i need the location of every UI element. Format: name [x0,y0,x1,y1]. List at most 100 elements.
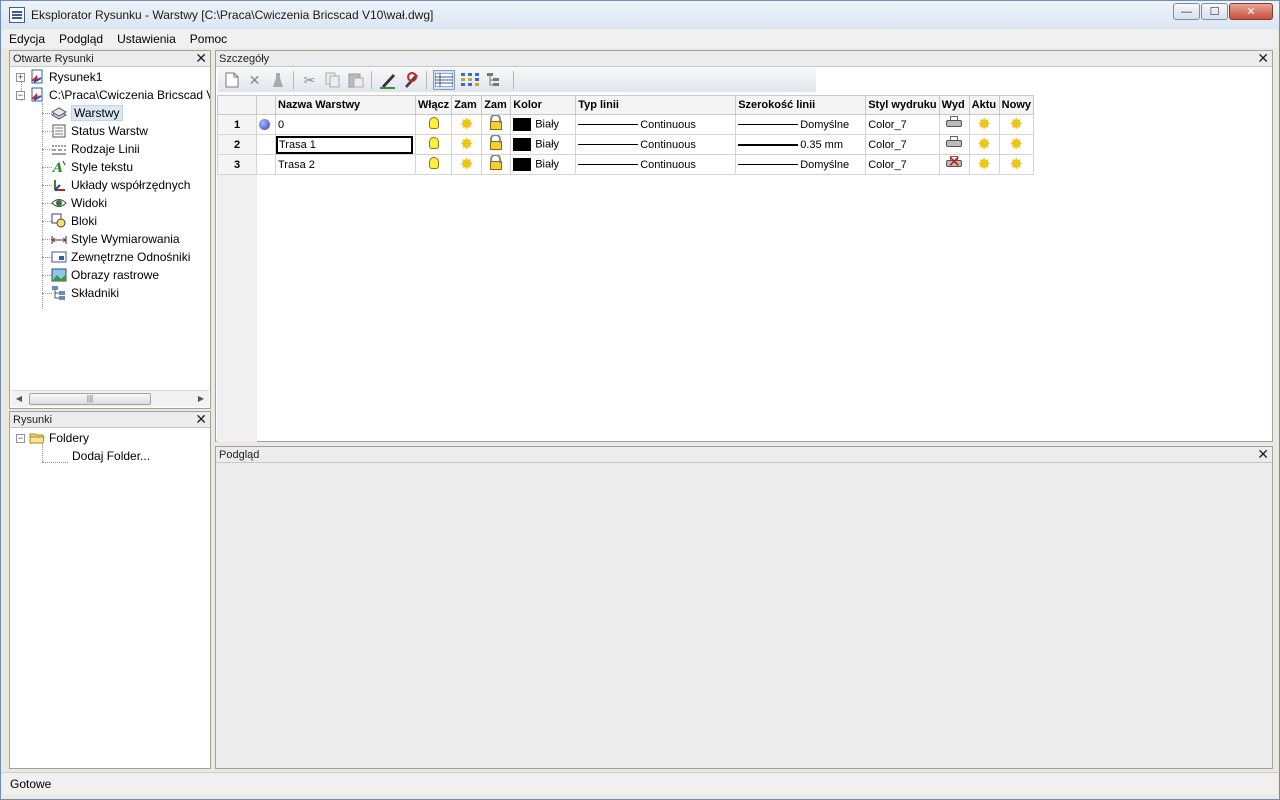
freeze-cell[interactable]: ✸ [451,114,483,135]
on-cell[interactable] [414,154,453,175]
column-header-rownum[interactable] [217,95,257,115]
delete-icon[interactable]: ✕ [245,71,264,90]
details-view-icon[interactable] [433,70,455,90]
set-current-icon[interactable] [401,71,420,90]
plot-cell[interactable] [938,114,970,135]
copy-icon[interactable] [323,71,342,90]
lock-cell[interactable] [481,134,512,155]
column-header-linetype[interactable]: Typ linii [575,95,737,115]
light-bulb-icon[interactable] [428,157,439,169]
close-button[interactable]: ✕ [1229,3,1273,20]
expand-icon[interactable]: + [16,72,25,82]
sun-icon[interactable]: ✸ [1010,137,1023,152]
current-cell[interactable] [256,134,276,155]
sun-icon[interactable]: ✸ [1010,117,1023,132]
sun-icon[interactable]: ✸ [460,117,473,132]
tree-item-wal-dwg[interactable]: − C:\Praca\Cwiczenia Bricscad V10\wał.dw… [16,86,210,104]
horizontal-scrollbar[interactable]: ◀ ||| ▶ [11,390,209,407]
row-number[interactable]: 2 [217,134,257,155]
scrollbar-thumb[interactable]: ||| [29,393,151,405]
tree-item-rysunek1[interactable]: + Rysunek1 [16,68,102,86]
tree-item-warstwy[interactable]: Warstwy [50,104,123,122]
linetype-cell[interactable]: Continuous [575,114,737,135]
vp-freeze-cell[interactable]: ✸ [968,134,1000,155]
unlocked-padlock-icon[interactable] [490,115,503,130]
printer-icon[interactable] [946,116,963,130]
freeze-cell[interactable]: ✸ [451,154,483,175]
column-header-current[interactable] [256,95,276,115]
table-row[interactable]: 3 Trasa 2 ✸ Biały Continuous Domyślne Color_7 ✕… [217,154,1035,175]
column-header-color[interactable]: Kolor [510,95,577,115]
plot-cell[interactable] [938,134,970,155]
on-cell[interactable] [414,114,453,135]
unlocked-padlock-icon[interactable] [490,155,503,170]
name-cell[interactable]: Trasa 1 [275,134,416,155]
purge-icon[interactable] [268,71,287,90]
tree-item-uk-ady-wsp-rz-dnych[interactable]: Układy współrzędnych [51,176,190,194]
tree-item-obrazy-rastrowe[interactable]: Obrazy rastrowe [51,266,159,284]
color-cell[interactable]: Biały [510,114,577,135]
plotstyle-cell[interactable]: Color_7 [865,134,940,155]
column-header-new-vp[interactable]: Nowy [998,95,1035,115]
lineweight-cell[interactable]: 0.35 mm [735,134,867,155]
sun-icon[interactable]: ✸ [978,137,991,152]
plotstyle-cell[interactable]: Color_7 [865,114,940,135]
column-header-on[interactable]: Włącz [414,95,453,115]
current-cell[interactable] [256,114,276,135]
freeze-cell[interactable]: ✸ [451,134,483,155]
collapse-icon[interactable]: − [16,90,25,100]
new-vp-cell[interactable]: ✸ [998,154,1035,175]
name-cell[interactable]: Trasa 2 [275,154,416,175]
color-cell[interactable]: Biały [510,134,577,155]
tree-item-sk-adniki[interactable]: Składniki [51,284,119,302]
menu-ustawienia[interactable]: Ustawienia [110,32,183,46]
menu-podglad[interactable]: Podgląd [52,32,110,46]
table-row[interactable]: 1 0 ✸ Biały Continuous Domyślne Color_7 ✸ ✸ [217,114,1035,135]
new-vp-cell[interactable]: ✸ [998,134,1035,155]
tree-item-bloki[interactable]: Bloki [51,212,97,230]
close-icon[interactable]: ✕ [1257,51,1269,66]
unlocked-padlock-icon[interactable] [490,135,503,150]
vp-freeze-cell[interactable]: ✸ [968,154,1000,175]
tree-item-style-wymiarowania[interactable]: Style Wymiarowania [51,230,180,248]
layer-name-edit[interactable]: Trasa 1 [276,135,413,154]
minimize-button[interactable]: — [1173,3,1200,20]
menu-pomoc[interactable]: Pomoc [183,32,234,46]
sun-icon[interactable]: ✸ [978,117,991,132]
tree-item-zewn-trzne-odno-niki[interactable]: Zewnętrzne Odnośniki [51,248,190,266]
column-header-name[interactable]: Nazwa Warstwy [275,95,416,115]
column-header-plotstyle[interactable]: Styl wydruku [865,95,940,115]
color-cell[interactable]: Biały [510,154,577,175]
sun-icon[interactable]: ✸ [460,157,473,172]
edit-pen-icon[interactable] [378,71,397,90]
add-folder-item[interactable]: Dodaj Folder... [72,447,150,465]
linetype-cell[interactable]: Continuous [575,134,737,155]
no-plot-printer-icon[interactable]: ✕ [946,156,963,171]
sun-icon[interactable]: ✸ [1010,157,1023,172]
tree-item-style-tekstu[interactable]: A Style tekstu [51,158,133,176]
tree-view-icon[interactable] [485,70,507,90]
tree-item-status-warstw[interactable]: Status Warstw [51,122,148,140]
scroll-left-icon[interactable]: ◀ [13,393,25,405]
column-header-vp-freeze[interactable]: Aktu [968,95,1000,115]
lineweight-cell[interactable]: Domyślne [735,114,867,135]
linetype-cell[interactable]: Continuous [575,154,737,175]
printer-icon[interactable] [946,136,963,150]
current-cell[interactable] [256,154,276,175]
close-icon[interactable]: ✕ [195,51,207,66]
new-vp-cell[interactable]: ✸ [998,114,1035,135]
plotstyle-cell[interactable]: Color_7 [865,154,940,175]
close-icon[interactable]: ✕ [195,412,207,427]
maximize-button[interactable]: ☐ [1201,3,1228,20]
name-cell[interactable]: 0 [275,114,416,135]
light-bulb-icon[interactable] [428,117,439,129]
row-number[interactable]: 3 [217,154,257,175]
new-layer-icon[interactable] [222,71,241,90]
column-header-freeze[interactable]: Zam [451,95,483,115]
light-bulb-icon[interactable] [428,137,439,149]
column-header-lineweight[interactable]: Szerokość linii [735,95,867,115]
paste-icon[interactable] [346,71,365,90]
row-number[interactable]: 1 [217,114,257,135]
icons-view-icon[interactable] [459,70,481,90]
lineweight-cell[interactable]: Domyślne [735,154,867,175]
